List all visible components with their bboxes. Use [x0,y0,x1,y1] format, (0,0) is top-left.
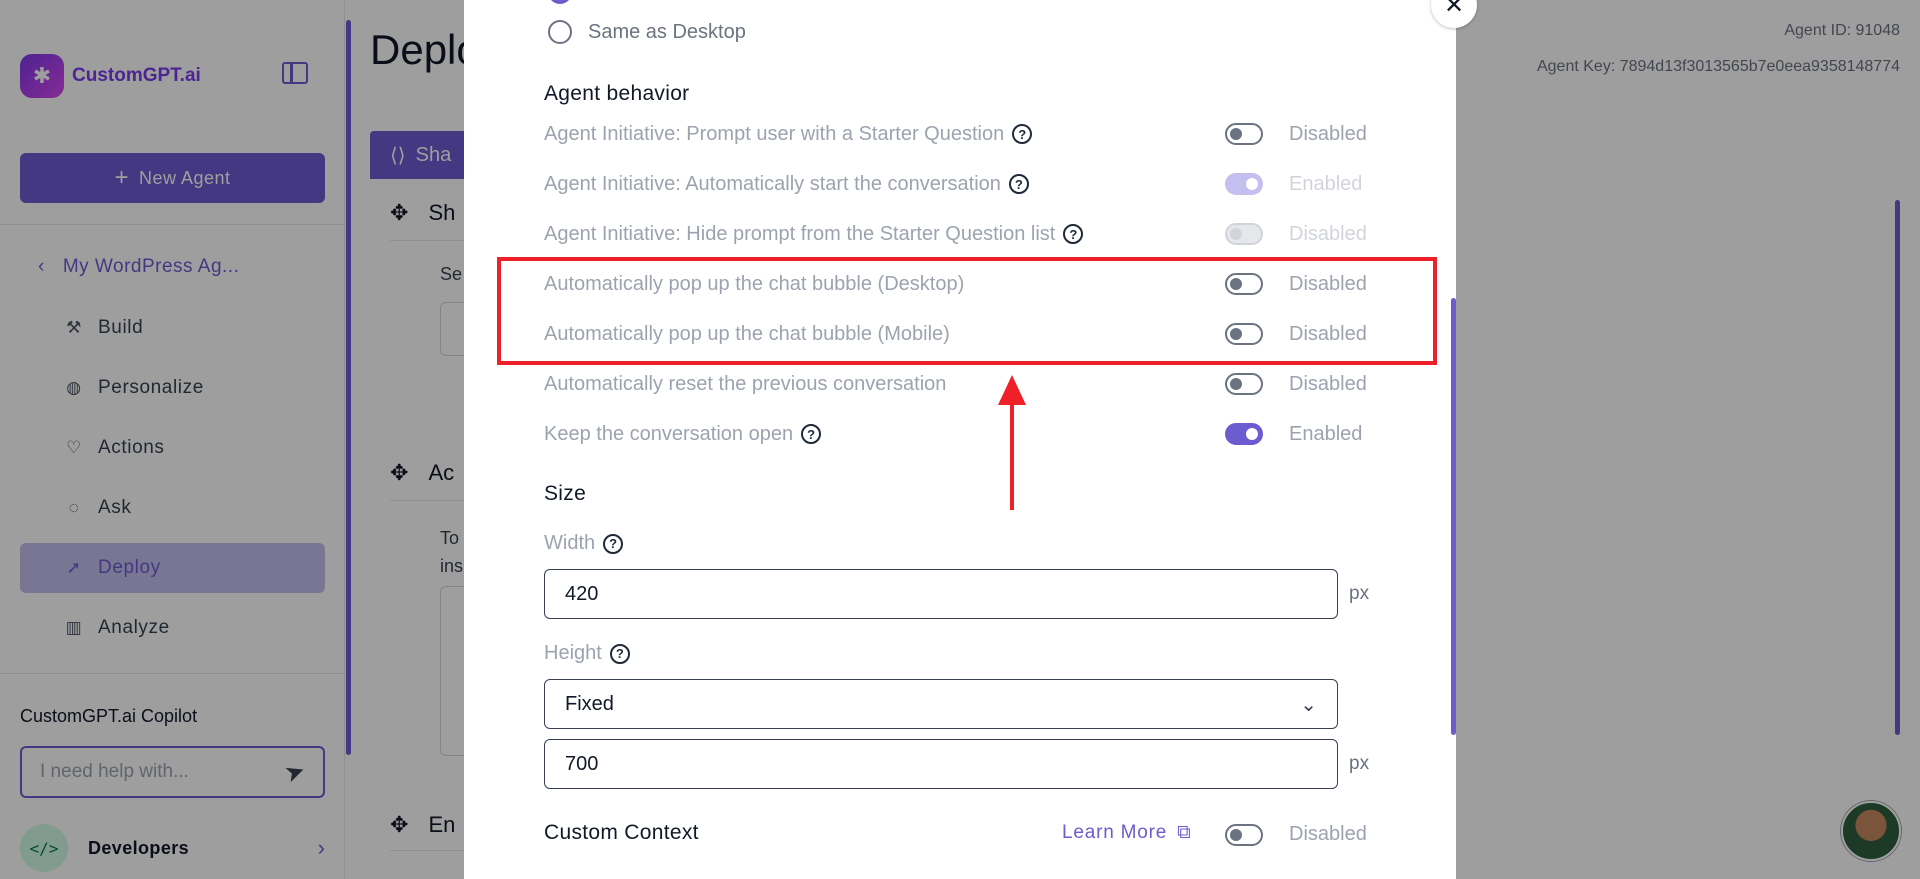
learn-more-label: Learn More [1062,822,1168,843]
setting-label-text: Agent Initiative: Prompt user with a Sta… [544,122,1005,145]
setting-label: Agent Initiative: Prompt user with a Sta… [544,122,1033,146]
setting-label-text: Agent Initiative: Automatically start th… [544,172,1001,195]
setting-row-starter-question: Agent Initiative: Prompt user with a Sta… [544,119,1372,149]
help-icon[interactable]: ? [1012,124,1033,144]
toggle-group: Enabled [1225,423,1379,446]
setting-label: Agent Initiative: Automatically start th… [544,173,1029,196]
chevron-down-icon: ⌄ [1300,693,1317,716]
setting-row-auto-start: Agent Initiative: Automatically start th… [544,169,1372,199]
height-mode-value: Fixed [565,692,614,715]
toggle-group: Disabled [1225,123,1379,146]
help-icon[interactable]: ? [603,533,624,554]
height-input[interactable]: 700 [544,739,1338,789]
modal-scrollbar[interactable] [1451,298,1456,735]
toggle-status: Enabled [1289,422,1363,445]
height-label: Height ? [544,642,630,665]
setting-label: Agent Initiative: Hide prompt from the S… [544,222,1084,246]
annotation-arrow [1010,400,1014,510]
setting-row-hide-prompt: Agent Initiative: Hide prompt from the S… [544,219,1372,249]
setting-label-text: Keep the conversation open [544,422,794,445]
toggle-group: Disabled [1225,373,1379,396]
setting-row-keep-open: Keep the conversation open ? Enabled [544,419,1372,449]
custom-context-toggle[interactable] [1225,823,1263,846]
setting-label-text: Agent Initiative: Hide prompt from the S… [544,222,1056,245]
width-label: Width ? [544,532,624,555]
toggle-switch[interactable] [1225,223,1263,245]
toggle-group: Disabled [1225,823,1379,846]
learn-more-link[interactable]: Learn More ⧉ [1062,822,1192,844]
toggle-group: Enabled [1225,173,1379,196]
toggle-group: Disabled [1225,223,1379,246]
setting-label-text: Automatically reset the previous convers… [544,372,947,395]
agent-behavior-heading: Agent behavior [544,82,690,105]
toggle-status: Disabled [1289,823,1367,845]
radio-label: Same as Desktop [588,20,746,43]
toggle-status: Disabled [1289,122,1367,145]
external-link-icon: ⧉ [1177,822,1192,843]
height-mode-select[interactable]: Fixed ⌄ [544,679,1338,729]
height-label-text: Height [544,642,602,664]
width-unit: px [1349,583,1370,604]
toggle-switch[interactable] [1225,173,1263,195]
help-icon[interactable]: ? [609,643,630,664]
width-input[interactable]: 420 [544,569,1338,619]
toggle-status: Disabled [1289,222,1367,245]
width-label-text: Width [544,532,596,554]
setting-label: Automatically reset the previous convers… [544,373,946,396]
custom-context-heading: Custom Context [544,821,699,844]
radio-button[interactable] [548,20,572,44]
setting-label: Keep the conversation open ? [544,422,822,446]
height-value: 700 [565,752,599,775]
help-icon[interactable]: ? [801,424,822,444]
toggle-status: Disabled [1289,372,1367,395]
help-icon[interactable]: ? [1063,224,1084,244]
annotation-highlight-box [497,257,1437,365]
toggle-switch[interactable] [1225,423,1263,445]
setting-row-reset-conversation: Automatically reset the previous convers… [544,369,1372,399]
radio-option-same-as-desktop[interactable]: Same as Desktop [548,20,746,44]
toggle-switch[interactable] [1225,373,1263,395]
toggle-switch[interactable] [1225,123,1263,145]
height-unit: px [1349,753,1370,774]
width-value: 420 [565,582,599,605]
help-icon[interactable]: ? [1008,174,1029,194]
size-heading: Size [544,482,587,505]
toggle-status: Enabled [1289,172,1363,195]
